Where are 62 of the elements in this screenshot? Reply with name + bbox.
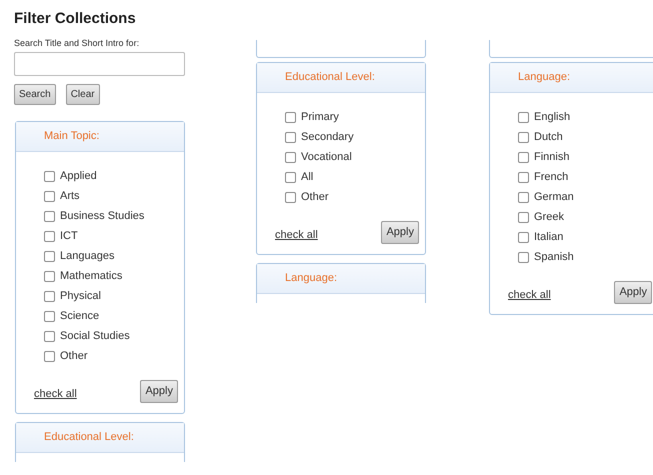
checkbox[interactable] bbox=[518, 112, 529, 123]
option-label: ICT bbox=[60, 229, 79, 243]
panel-heading: Language: bbox=[285, 270, 337, 286]
checkbox[interactable] bbox=[44, 311, 55, 322]
option-label: Spanish bbox=[534, 250, 575, 264]
checkbox[interactable] bbox=[44, 331, 55, 342]
option-label: All bbox=[301, 170, 314, 184]
option-label: Applied bbox=[60, 169, 98, 183]
checkbox[interactable] bbox=[44, 231, 55, 242]
option-label: Italian bbox=[534, 230, 564, 244]
checkbox[interactable] bbox=[518, 192, 529, 203]
option-label: Other bbox=[60, 349, 89, 363]
checkbox[interactable] bbox=[518, 212, 529, 223]
search-button[interactable]: Search bbox=[14, 84, 56, 105]
option-label: Other bbox=[301, 190, 330, 204]
check-all-link[interactable]: check all bbox=[508, 287, 551, 304]
option-label: Social Studies bbox=[60, 329, 131, 343]
option-label: Vocational bbox=[301, 150, 353, 164]
panel-heading: Language: bbox=[518, 70, 570, 86]
panel-heading: Educational Level: bbox=[285, 70, 375, 86]
option-label: French bbox=[534, 170, 570, 184]
checkbox[interactable] bbox=[44, 191, 55, 202]
option-label: Mathematics bbox=[60, 269, 124, 283]
apply-button[interactable]: Apply bbox=[614, 281, 652, 304]
search-label: Search Title and Short Intro for: bbox=[14, 36, 140, 50]
option-label: Physical bbox=[60, 289, 102, 303]
option-label: Business Studies bbox=[60, 209, 146, 223]
apply-button[interactable]: Apply bbox=[140, 380, 178, 402]
search-field[interactable] bbox=[14, 52, 185, 76]
apply-button[interactable]: Apply bbox=[381, 221, 419, 244]
checkbox[interactable] bbox=[44, 251, 55, 262]
checkbox[interactable] bbox=[518, 172, 529, 183]
checkbox[interactable] bbox=[285, 192, 296, 203]
option-label: Science bbox=[60, 309, 100, 323]
checkbox[interactable] bbox=[285, 112, 296, 123]
search-button[interactable]: Clear bbox=[66, 84, 100, 105]
checkbox[interactable] bbox=[44, 171, 55, 182]
option-label: Finnish bbox=[534, 150, 570, 164]
checkbox[interactable] bbox=[518, 232, 529, 243]
page-title: Filter Collections bbox=[14, 9, 137, 29]
checkbox[interactable] bbox=[518, 252, 529, 263]
option-label: Greek bbox=[534, 210, 565, 224]
checkbox[interactable] bbox=[44, 351, 55, 362]
checkbox[interactable] bbox=[518, 132, 529, 143]
checkbox[interactable] bbox=[285, 172, 296, 183]
option-label: Primary bbox=[301, 110, 340, 124]
option-label: Dutch bbox=[534, 130, 564, 144]
checkbox[interactable] bbox=[518, 152, 529, 163]
option-label: Secondary bbox=[301, 130, 355, 144]
checkbox[interactable] bbox=[44, 211, 55, 222]
checkbox[interactable] bbox=[285, 132, 296, 143]
option-label: English bbox=[534, 110, 572, 124]
option-label: German bbox=[534, 190, 575, 204]
checkbox[interactable] bbox=[44, 291, 55, 302]
panel-heading: Main Topic: bbox=[44, 129, 100, 144]
check-all-link[interactable]: check all bbox=[275, 227, 318, 244]
option-label: Arts bbox=[60, 189, 81, 203]
panel-heading: Educational Level: bbox=[44, 430, 134, 445]
checkbox[interactable] bbox=[44, 271, 55, 282]
check-all-link[interactable]: check all bbox=[34, 386, 77, 402]
checkbox[interactable] bbox=[285, 152, 296, 163]
option-label: Languages bbox=[60, 249, 116, 263]
